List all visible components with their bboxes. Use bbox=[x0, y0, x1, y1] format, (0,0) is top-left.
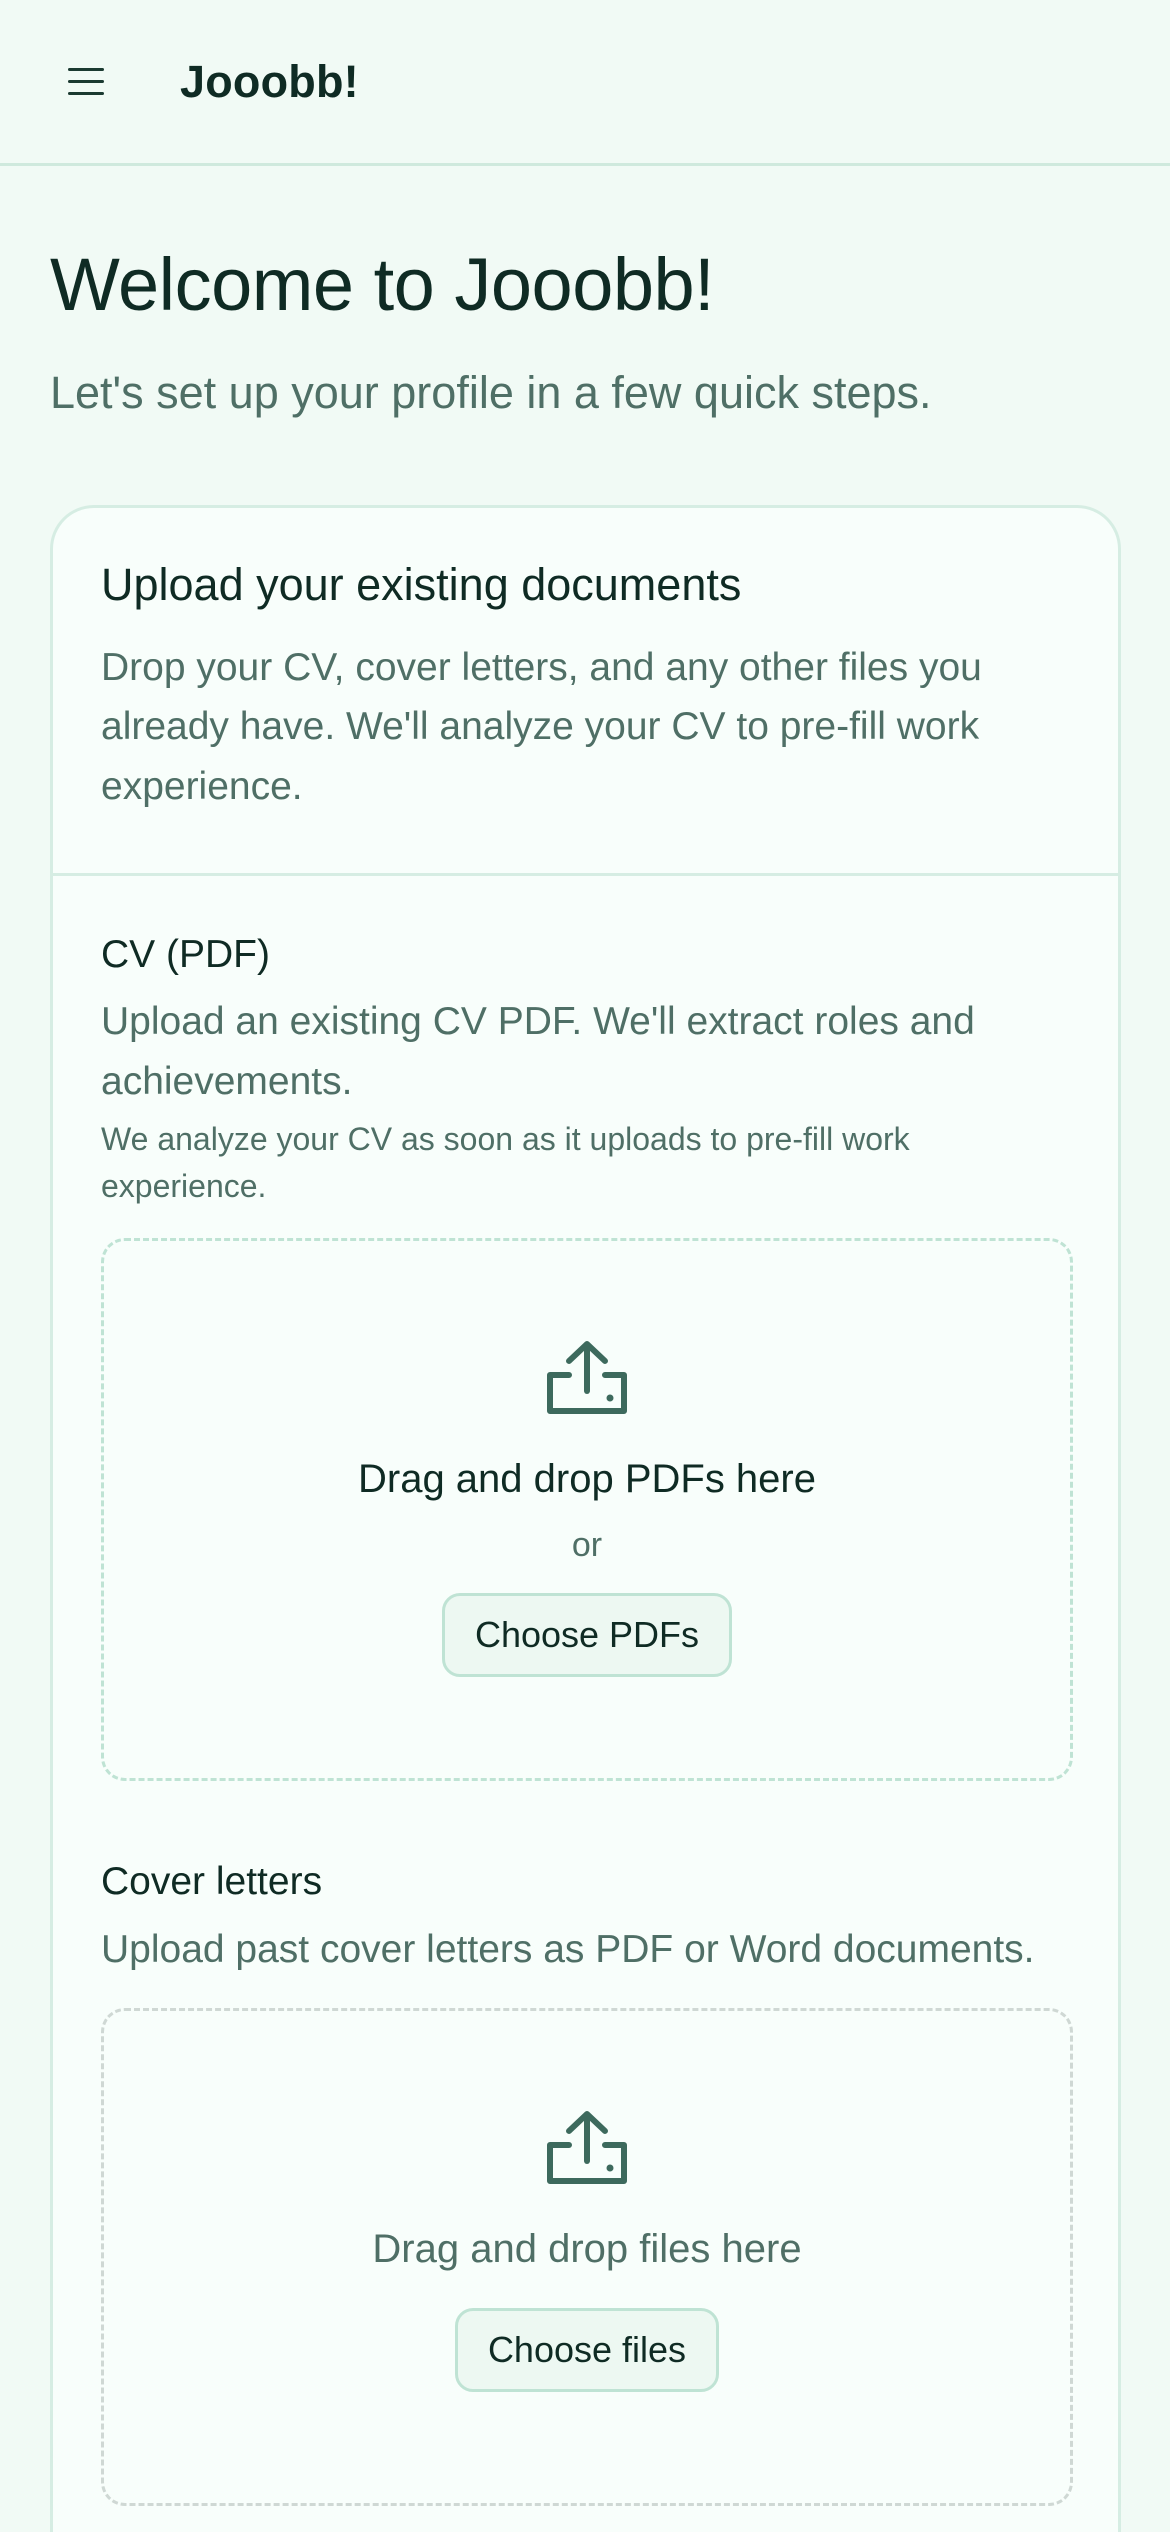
cover-letters-dropzone-text: Drag and drop files here bbox=[372, 2226, 802, 2271]
cv-dropzone[interactable]: Drag and drop PDFs here or Choose PDFs bbox=[101, 1238, 1073, 1782]
card-title: Upload your existing documents bbox=[101, 558, 742, 610]
main-content: Welcome to Jooobb! Let's set up your pro… bbox=[0, 246, 1170, 2532]
app-bar: Jooobb! bbox=[0, 0, 1170, 166]
page-title: Welcome to Jooobb! bbox=[50, 243, 715, 326]
cover-letters-dropzone[interactable]: Drag and drop files here Choose files bbox=[101, 2007, 1073, 2506]
menu-icon-line bbox=[68, 68, 104, 71]
upload-documents-card: Upload your existing documents Drop your… bbox=[50, 504, 1121, 2532]
cv-section-title: CV (PDF) bbox=[101, 932, 270, 976]
cv-section: CV (PDF) Upload an existing CV PDF. We'l… bbox=[53, 876, 1118, 1782]
cover-letters-section-title: Cover letters bbox=[101, 1860, 323, 1904]
card-description: Drop your CV, cover letters, and any oth… bbox=[101, 645, 982, 808]
cover-letters-section: Cover letters Upload past cover letters … bbox=[53, 1781, 1118, 2506]
cv-section-description: Upload an existing CV PDF. We'll extract… bbox=[101, 1000, 975, 1104]
menu-icon-line bbox=[68, 80, 104, 83]
choose-files-button[interactable]: Choose files bbox=[454, 2307, 720, 2392]
menu-icon[interactable] bbox=[68, 59, 114, 105]
card-header: Upload your existing documents Drop your… bbox=[53, 508, 1118, 876]
cv-section-note: We analyze your CV as soon as it uploads… bbox=[101, 1120, 910, 1205]
cv-dropzone-text: Drag and drop PDFs here bbox=[357, 1457, 816, 1502]
choose-pdfs-button[interactable]: Choose PDFs bbox=[441, 1593, 733, 1678]
upload-icon bbox=[547, 1341, 627, 1415]
cv-dropzone-or: or bbox=[571, 1526, 603, 1565]
page-subtitle: Let's set up your profile in a few quick… bbox=[50, 366, 932, 418]
menu-icon-line bbox=[68, 92, 104, 95]
upload-icon bbox=[547, 2110, 627, 2184]
cover-letters-section-description: Upload past cover letters as PDF or Word… bbox=[101, 1928, 1035, 1972]
brand-logo-text[interactable]: Jooobb! bbox=[180, 56, 359, 108]
